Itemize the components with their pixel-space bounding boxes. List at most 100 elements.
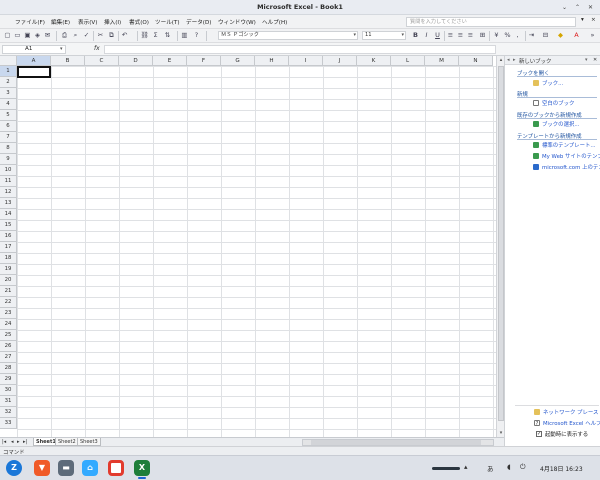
- sheet-tab-sheet3[interactable]: Sheet3: [77, 438, 101, 446]
- link-network-places[interactable]: ネットワーク プレース: [543, 408, 598, 416]
- row-header[interactable]: 5: [0, 110, 17, 121]
- chart-icon[interactable]: ▥: [180, 31, 189, 40]
- row-header[interactable]: 23: [0, 308, 17, 319]
- show-at-startup-checkbox[interactable]: ✓: [536, 431, 542, 437]
- row-header[interactable]: 9: [0, 154, 17, 165]
- excel-app-icon[interactable]: X: [134, 460, 150, 476]
- column-header[interactable]: F: [187, 56, 221, 66]
- vertical-scrollbar[interactable]: ▴ ▾: [496, 56, 504, 437]
- row-header[interactable]: 21: [0, 286, 17, 297]
- software-store-icon[interactable]: ⌂: [82, 460, 98, 476]
- autosum-icon[interactable]: Σ: [151, 31, 160, 40]
- link-choose-book[interactable]: ブックの選択...: [542, 120, 580, 128]
- name-box[interactable]: A1: [2, 45, 66, 54]
- column-header[interactable]: A: [17, 56, 51, 66]
- active-cell[interactable]: [17, 66, 51, 78]
- print-preview-icon[interactable]: ⌕: [71, 31, 80, 40]
- horizontal-scrollbar[interactable]: [302, 439, 494, 446]
- link-open-book[interactable]: ブック...: [542, 79, 563, 87]
- ime-indicator[interactable]: あ: [487, 463, 494, 473]
- align-left-icon[interactable]: ≡: [446, 31, 455, 40]
- menu-tools[interactable]: ツール(T): [155, 18, 180, 26]
- spelling-icon[interactable]: ✓: [82, 31, 91, 40]
- copy-icon[interactable]: ⧉: [107, 31, 116, 40]
- email-icon[interactable]: ✉: [43, 31, 52, 40]
- save-icon[interactable]: ▣: [23, 31, 32, 40]
- row-header[interactable]: 16: [0, 231, 17, 242]
- row-header[interactable]: 10: [0, 165, 17, 176]
- row-header[interactable]: 31: [0, 396, 17, 407]
- merge-center-icon[interactable]: ⊞: [478, 31, 487, 40]
- sort-icon[interactable]: ⇅: [163, 31, 172, 40]
- row-header[interactable]: 4: [0, 99, 17, 110]
- column-header[interactable]: H: [255, 56, 289, 66]
- clock[interactable]: 4月18日 16:23: [540, 464, 583, 473]
- font-color-icon[interactable]: A: [572, 31, 581, 40]
- row-header[interactable]: 1: [0, 66, 17, 77]
- help-dropdown-icon[interactable]: ▾: [581, 17, 584, 23]
- menu-data[interactable]: データ(D): [186, 18, 211, 26]
- volume-icon[interactable]: ◖: [507, 463, 511, 471]
- column-header[interactable]: K: [357, 56, 391, 66]
- row-header[interactable]: 33: [0, 418, 17, 429]
- link-standard-template[interactable]: 標準のテンプレート...: [542, 141, 600, 149]
- toolbar-options-icon[interactable]: »: [588, 31, 597, 40]
- print-icon[interactable]: ⎙: [60, 31, 69, 40]
- permission-icon[interactable]: ◈: [33, 31, 42, 40]
- next-sheet-icon[interactable]: ▸: [17, 439, 20, 445]
- menu-file[interactable]: ファイル(F): [15, 18, 45, 26]
- comma-button[interactable]: ,: [513, 31, 522, 40]
- sheet-tab-sheet2[interactable]: Sheet2: [55, 438, 79, 446]
- menu-insert[interactable]: 挿入(I): [104, 18, 121, 26]
- row-header[interactable]: 19: [0, 264, 17, 275]
- row-header[interactable]: 13: [0, 198, 17, 209]
- bold-button[interactable]: B: [411, 31, 420, 40]
- prev-sheet-icon[interactable]: ◂: [11, 439, 14, 445]
- close-icon[interactable]: ✕: [593, 57, 597, 63]
- borders-icon[interactable]: ⊟: [541, 31, 550, 40]
- formula-input[interactable]: [104, 45, 496, 54]
- forward-icon[interactable]: ▸: [513, 57, 516, 63]
- row-header[interactable]: 26: [0, 341, 17, 352]
- menu-window[interactable]: ウィンドウ(W): [218, 18, 256, 26]
- minimize-icon[interactable]: ⌄: [560, 3, 569, 12]
- column-header[interactable]: C: [85, 56, 119, 66]
- column-header[interactable]: N: [459, 56, 493, 66]
- help-question-input[interactable]: 質問を入力してください: [406, 17, 576, 27]
- column-header[interactable]: J: [323, 56, 357, 66]
- row-header[interactable]: 2: [0, 77, 17, 88]
- column-header[interactable]: E: [153, 56, 187, 66]
- link-my-web-templates[interactable]: My Web サイトのテンプ: [542, 152, 600, 160]
- start-menu-icon[interactable]: Z: [6, 460, 22, 476]
- scroll-up-icon[interactable]: ▴: [497, 56, 504, 64]
- undo-icon[interactable]: ↶: [120, 31, 129, 40]
- percent-button[interactable]: %: [503, 31, 512, 40]
- row-header[interactable]: 7: [0, 132, 17, 143]
- chevron-down-icon[interactable]: ▾: [60, 46, 63, 52]
- scroll-down-icon[interactable]: ▾: [497, 429, 504, 437]
- italic-button[interactable]: I: [422, 31, 431, 40]
- files-icon[interactable]: ▬: [58, 460, 74, 476]
- menu-edit[interactable]: 編集(E): [51, 18, 70, 26]
- menu-view[interactable]: 表示(V): [78, 18, 97, 26]
- row-header[interactable]: 8: [0, 143, 17, 154]
- close-icon[interactable]: ✕: [586, 3, 595, 12]
- cell-area[interactable]: [17, 66, 496, 437]
- row-header[interactable]: 28: [0, 363, 17, 374]
- link-microsoft-templates[interactable]: microsoft.com 上のテン: [542, 163, 600, 171]
- hyperlink-icon[interactable]: ⛓: [140, 31, 149, 40]
- menu-format[interactable]: 書式(O): [129, 18, 149, 26]
- maximize-icon[interactable]: ⌃: [573, 3, 582, 12]
- new-icon[interactable]: ▢: [3, 31, 12, 40]
- help-icon[interactable]: ?: [192, 31, 201, 40]
- row-header[interactable]: 17: [0, 242, 17, 253]
- power-icon[interactable]: ⏻: [520, 463, 526, 472]
- scroll-thumb[interactable]: [311, 440, 481, 445]
- column-header[interactable]: D: [119, 56, 153, 66]
- first-sheet-icon[interactable]: |◂: [2, 439, 6, 445]
- select-all-corner[interactable]: [0, 56, 17, 66]
- underline-button[interactable]: U: [433, 31, 442, 40]
- chrome-icon[interactable]: [108, 460, 124, 476]
- last-sheet-icon[interactable]: ▸|: [23, 439, 27, 445]
- row-header[interactable]: 14: [0, 209, 17, 220]
